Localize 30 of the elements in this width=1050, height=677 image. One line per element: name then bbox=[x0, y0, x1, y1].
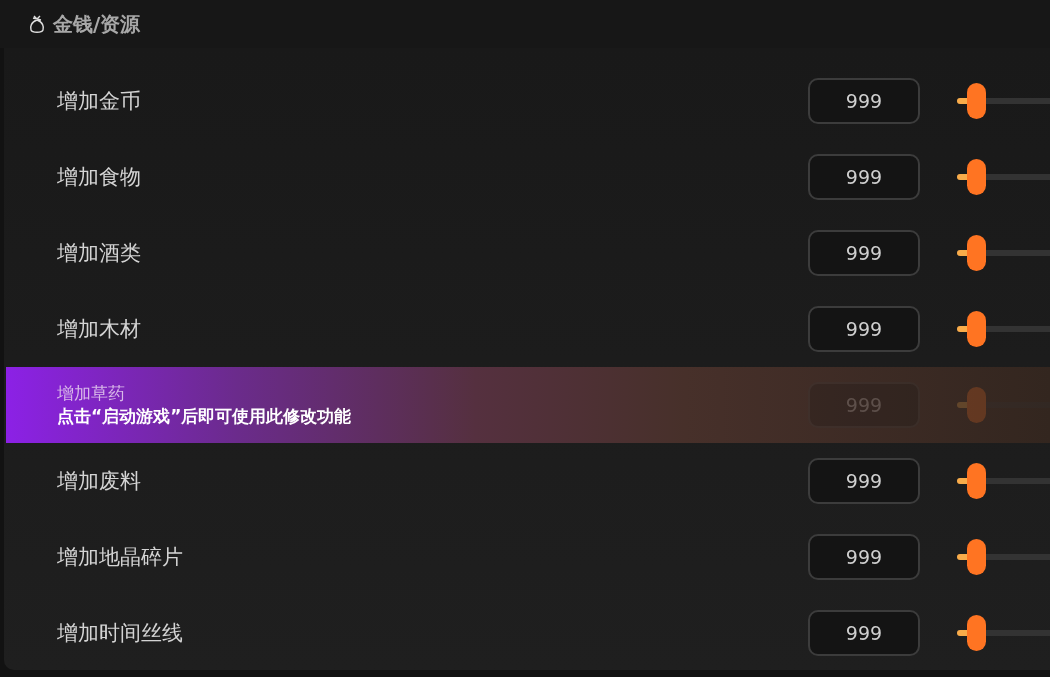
value-field[interactable]: 999 bbox=[808, 154, 920, 200]
value-field[interactable]: 999 bbox=[808, 458, 920, 504]
slider[interactable] bbox=[957, 159, 1050, 195]
slider[interactable] bbox=[957, 235, 1050, 271]
value-field[interactable]: 999 bbox=[808, 534, 920, 580]
slider-thumb[interactable] bbox=[967, 159, 987, 195]
section-title: 金钱/资源 bbox=[53, 10, 141, 38]
row-label: 增加金币 bbox=[57, 88, 141, 115]
value-field[interactable]: 999 bbox=[808, 610, 920, 656]
slider-thumb[interactable] bbox=[967, 539, 987, 575]
slider-thumb[interactable] bbox=[967, 463, 987, 499]
row-label: 增加木材 bbox=[57, 316, 141, 343]
slider[interactable] bbox=[957, 463, 1050, 499]
slider-thumb[interactable] bbox=[967, 83, 987, 119]
value-field[interactable]: 999 bbox=[808, 230, 920, 276]
row-label: 增加地晶碎片 bbox=[57, 544, 183, 571]
slider[interactable] bbox=[957, 83, 1050, 119]
value-field[interactable]: 999 bbox=[808, 78, 920, 124]
slider[interactable] bbox=[957, 311, 1050, 347]
slider[interactable] bbox=[957, 615, 1050, 651]
slider-thumb[interactable] bbox=[967, 235, 987, 271]
row-label: 增加食物 bbox=[57, 164, 141, 191]
slider[interactable] bbox=[957, 539, 1050, 575]
row-label: 增加时间丝线 bbox=[57, 620, 183, 647]
money-bag-icon bbox=[29, 14, 45, 34]
value-field[interactable]: 999 bbox=[808, 306, 920, 352]
row-label: 增加酒类 bbox=[57, 240, 141, 267]
row-label: 增加废料 bbox=[57, 468, 141, 495]
slider-thumb[interactable] bbox=[967, 311, 987, 347]
slider-thumb[interactable] bbox=[967, 615, 987, 651]
